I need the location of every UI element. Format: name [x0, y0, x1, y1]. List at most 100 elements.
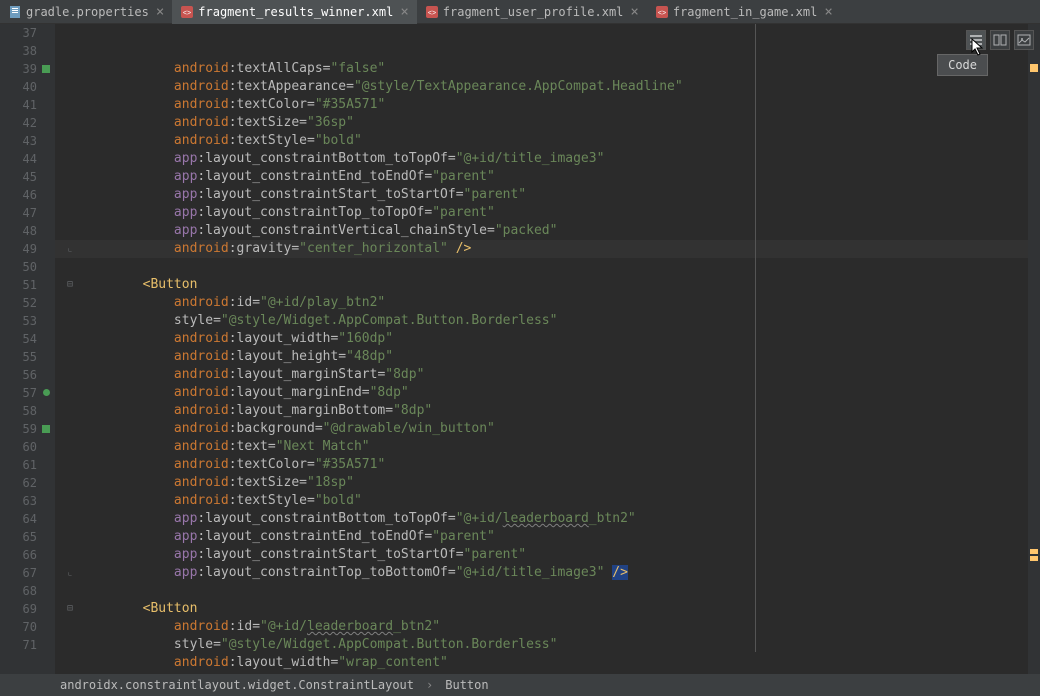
close-icon[interactable]: × — [400, 4, 408, 20]
code-line[interactable]: app:layout_constraintTop_toTopOf="parent… — [80, 204, 1040, 222]
code-line[interactable]: android:textStyle="bold" — [80, 492, 1040, 510]
line-number[interactable]: 59 — [0, 420, 37, 438]
line-number[interactable]: 54 — [0, 330, 37, 348]
cursor-icon — [971, 38, 985, 60]
chevron-right-icon: › — [426, 678, 433, 692]
fold-open-icon[interactable]: ⊟ — [67, 600, 73, 618]
line-number[interactable]: 65 — [0, 528, 37, 546]
editor-tab[interactable]: <>fragment_results_winner.xml× — [172, 0, 417, 24]
code-line[interactable]: android:id="@+id/leaderboard_btn2" — [80, 618, 1040, 636]
code-line[interactable]: style="@style/Widget.AppCompat.Button.Bo… — [80, 636, 1040, 654]
fold-open-icon[interactable]: ⊟ — [67, 276, 73, 294]
code-line[interactable]: android:layout_width="wrap_content" — [80, 654, 1040, 672]
tab-label: fragment_in_game.xml — [673, 5, 818, 19]
editor-tab[interactable]: <> fragment_user_profile.xml × — [417, 0, 647, 24]
code-line[interactable]: ⌞ app:layout_constraintTop_toBottomOf="@… — [80, 564, 1040, 582]
line-number[interactable]: 70 — [0, 618, 37, 636]
line-number[interactable]: 47 — [0, 204, 37, 222]
code-line[interactable]: app:layout_constraintVertical_chainStyle… — [80, 222, 1040, 240]
code-line[interactable]: android:layout_height="42dp" — [80, 672, 1040, 674]
code-line[interactable]: android:background="@drawable/win_button… — [80, 420, 1040, 438]
line-number[interactable]: 51 — [0, 276, 37, 294]
editor-tabs: gradle.properties×<>fragment_results_win… — [0, 0, 1040, 24]
xml-file-icon: <> — [655, 5, 669, 19]
code-line[interactable]: android:textAllCaps="false" — [80, 60, 1040, 78]
line-number[interactable]: 52 — [0, 294, 37, 312]
line-number[interactable]: 62 — [0, 474, 37, 492]
fold-close-icon[interactable]: ⌞ — [67, 240, 73, 258]
line-number[interactable]: 48 — [0, 222, 37, 240]
tab-label: fragment_user_profile.xml — [443, 5, 624, 19]
design-view-button[interactable] — [1014, 30, 1034, 50]
line-number[interactable]: 56 — [0, 366, 37, 384]
code-line[interactable]: android:textSize="36sp" — [80, 114, 1040, 132]
code-line[interactable]: android:textAppearance="@style/TextAppea… — [80, 78, 1040, 96]
line-number[interactable]: 40 — [0, 78, 37, 96]
gutter-marker[interactable] — [42, 65, 50, 73]
svg-text:<>: <> — [183, 10, 191, 17]
line-number[interactable]: 43 — [0, 132, 37, 150]
line-number[interactable]: 50 — [0, 258, 37, 276]
editor-tab[interactable]: <> fragment_in_game.xml × — [647, 0, 841, 24]
code-line[interactable]: app:layout_constraintEnd_toEndOf="parent… — [80, 168, 1040, 186]
code-line[interactable]: android:layout_width="160dp" — [80, 330, 1040, 348]
code-line[interactable]: app:layout_constraintBottom_toTopOf="@+i… — [80, 150, 1040, 168]
line-number[interactable]: 69 — [0, 600, 37, 618]
line-number[interactable]: 41 — [0, 96, 37, 114]
line-number[interactable]: 37 — [0, 24, 37, 42]
line-number[interactable]: 57 — [0, 384, 37, 402]
breadcrumb-root[interactable]: androidx.constraintlayout.widget.Constra… — [60, 678, 414, 692]
line-number[interactable]: 71 — [0, 636, 37, 654]
line-number[interactable]: 60 — [0, 438, 37, 456]
code-line[interactable] — [80, 582, 1040, 600]
gutter-marker[interactable] — [42, 425, 50, 433]
line-number[interactable]: 55 — [0, 348, 37, 366]
line-number[interactable]: 67 — [0, 564, 37, 582]
line-number[interactable]: 38 — [0, 42, 37, 60]
code-line[interactable]: app:layout_constraintEnd_toEndOf="parent… — [80, 528, 1040, 546]
line-number[interactable]: 63 — [0, 492, 37, 510]
close-icon[interactable]: × — [156, 4, 164, 20]
line-number[interactable]: 53 — [0, 312, 37, 330]
line-number[interactable]: 64 — [0, 510, 37, 528]
fold-close-icon[interactable]: ⌞ — [67, 564, 73, 582]
code-line[interactable]: android:layout_marginBottom="8dp" — [80, 402, 1040, 420]
code-line[interactable] — [80, 258, 1040, 276]
code-line[interactable]: android:layout_height="48dp" — [80, 348, 1040, 366]
line-number[interactable]: 45 — [0, 168, 37, 186]
code-line[interactable]: android:textSize="18sp" — [80, 474, 1040, 492]
line-number[interactable]: 58 — [0, 402, 37, 420]
code-line[interactable]: ⊟ <Button — [80, 276, 1040, 294]
code-line[interactable]: android:textStyle="bold" — [80, 132, 1040, 150]
gutter-marker[interactable] — [43, 389, 50, 396]
code-line[interactable]: android:id="@+id/play_btn2" — [80, 294, 1040, 312]
editor-container: 3738394041424344454647484950515253545556… — [0, 24, 1040, 674]
split-view-button[interactable] — [990, 30, 1010, 50]
code-line[interactable]: android:textColor="#35A571" — [80, 456, 1040, 474]
code-line[interactable]: android:text="Next Match" — [80, 438, 1040, 456]
code-line[interactable]: app:layout_constraintStart_toStartOf="pa… — [80, 546, 1040, 564]
code-line[interactable]: style="@style/Widget.AppCompat.Button.Bo… — [80, 312, 1040, 330]
line-number[interactable]: 46 — [0, 186, 37, 204]
code-line[interactable]: android:textColor="#35A571" — [80, 96, 1040, 114]
line-number[interactable]: 49 — [0, 240, 37, 258]
line-number[interactable]: 68 — [0, 582, 37, 600]
editor-tab[interactable]: gradle.properties× — [0, 0, 172, 24]
breadcrumb-leaf[interactable]: Button — [445, 678, 488, 692]
close-icon[interactable]: × — [824, 4, 832, 20]
line-number[interactable]: 39 — [0, 60, 37, 78]
code-editor[interactable]: android:textAllCaps="false" android:text… — [55, 24, 1040, 674]
line-number[interactable]: 61 — [0, 456, 37, 474]
code-line[interactable]: ⌞ android:gravity="center_horizontal" /> — [80, 240, 1040, 258]
line-number[interactable]: 66 — [0, 546, 37, 564]
code-line[interactable]: android:layout_marginStart="8dp" — [80, 366, 1040, 384]
line-number[interactable]: 42 — [0, 114, 37, 132]
code-line[interactable]: android:layout_marginEnd="8dp" — [80, 384, 1040, 402]
svg-text:<>: <> — [658, 10, 666, 17]
code-line[interactable]: app:layout_constraintStart_toStartOf="pa… — [80, 186, 1040, 204]
code-line[interactable]: app:layout_constraintBottom_toTopOf="@+i… — [80, 510, 1040, 528]
code-line[interactable]: ⊟ <Button — [80, 600, 1040, 618]
svg-text:<>: <> — [428, 10, 436, 17]
line-number[interactable]: 44 — [0, 150, 37, 168]
close-icon[interactable]: × — [630, 4, 638, 20]
